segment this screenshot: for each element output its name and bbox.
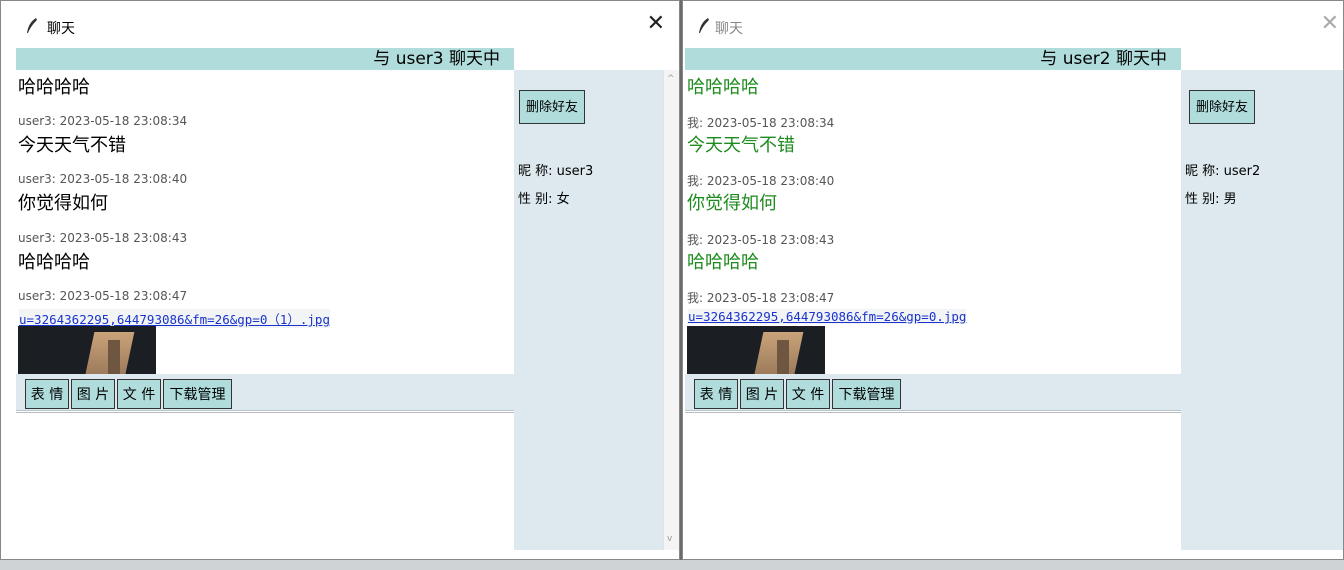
message-meta: user3: 2023-05-18 23:08:40	[18, 172, 188, 186]
scroll-down-icon[interactable]: v	[667, 534, 672, 544]
download-manager-button[interactable]: 下载管理	[163, 379, 232, 409]
chat-header: 与 user3 聊天中	[16, 48, 514, 70]
message-text: 你觉得如何	[687, 193, 777, 214]
image-button[interactable]: 图 片	[71, 379, 115, 409]
message-meta: user3: 2023-05-18 23:08:43	[18, 231, 188, 245]
image-thumbnail[interactable]	[687, 326, 825, 374]
message-input[interactable]	[685, 412, 1181, 559]
image-thumbnail[interactable]	[18, 326, 156, 374]
message-text: 哈哈哈哈	[687, 252, 759, 273]
chat-window-user2: 聊天 ✕ 与 user2 聊天中 哈哈哈哈 我: 2023-05-18 23:0…	[682, 0, 1344, 560]
emoji-button[interactable]: 表 情	[694, 379, 738, 409]
gender-label: 性 别: 男	[1185, 192, 1237, 207]
window-title: 聊天	[47, 21, 75, 37]
message-text: 你觉得如何	[18, 193, 108, 214]
close-icon[interactable]: ✕	[647, 13, 665, 35]
chat-window-user3: 聊天 ✕ 与 user3 聊天中 哈哈哈哈 user3: 2023-05-18 …	[0, 0, 680, 560]
nickname-label: 昵 称: user3	[518, 164, 594, 179]
gender-label: 性 别: 女	[518, 192, 570, 207]
friend-info-panel: 删除好友 昵 称: user3 性 别: 女	[514, 70, 663, 550]
scrollbar[interactable]: ^ v	[663, 70, 679, 550]
desktop-background	[0, 560, 1344, 570]
message-text: 今天天气不错	[18, 135, 126, 156]
file-button[interactable]: 文 件	[117, 379, 161, 409]
download-manager-button[interactable]: 下载管理	[832, 379, 901, 409]
message-text: 今天天气不错	[687, 135, 795, 156]
message-text: 哈哈哈哈	[687, 77, 759, 98]
image-button[interactable]: 图 片	[740, 379, 784, 409]
message-meta: 我: 2023-05-18 23:08:43	[687, 233, 835, 247]
message-meta: 我: 2023-05-18 23:08:47	[687, 291, 835, 305]
nickname-label: 昵 称: user2	[1185, 164, 1261, 179]
message-meta: user3: 2023-05-18 23:08:34	[18, 114, 188, 128]
message-text: 哈哈哈哈	[18, 77, 90, 98]
friend-info-panel: 删除好友 昵 称: user2 性 别: 男	[1181, 70, 1343, 550]
message-meta: 我: 2023-05-18 23:08:34	[687, 116, 835, 130]
scroll-up-icon[interactable]: ^	[667, 74, 675, 84]
message-meta: 我: 2023-05-18 23:08:40	[687, 174, 835, 188]
delete-friend-button[interactable]: 删除好友	[519, 90, 586, 124]
close-icon[interactable]: ✕	[1321, 13, 1339, 35]
feather-icon	[27, 18, 37, 33]
message-meta: user3: 2023-05-18 23:08:47	[18, 289, 188, 303]
chat-toolbar: 表 情 图 片 文 件 下载管理	[16, 374, 514, 411]
title-bar[interactable]: 聊天 ✕	[683, 1, 1343, 47]
message-history[interactable]: 哈哈哈哈 user3: 2023-05-18 23:08:34 今天天气不错 u…	[16, 70, 514, 374]
delete-friend-button[interactable]: 删除好友	[1189, 90, 1256, 124]
file-button[interactable]: 文 件	[786, 379, 830, 409]
title-bar[interactable]: 聊天 ✕	[1, 1, 679, 47]
file-link[interactable]: u=3264362295,644793086&fm=26&gp=0.jpg	[688, 309, 967, 324]
chat-toolbar: 表 情 图 片 文 件 下载管理	[685, 374, 1181, 411]
feather-icon	[699, 18, 709, 33]
message-history[interactable]: 哈哈哈哈 我: 2023-05-18 23:08:34 今天天气不错 我: 20…	[685, 70, 1181, 374]
window-title: 聊天	[715, 21, 743, 37]
emoji-button[interactable]: 表 情	[25, 379, 69, 409]
message-text: 哈哈哈哈	[18, 252, 90, 273]
chat-header: 与 user2 聊天中	[685, 48, 1181, 70]
message-input[interactable]	[16, 412, 514, 559]
